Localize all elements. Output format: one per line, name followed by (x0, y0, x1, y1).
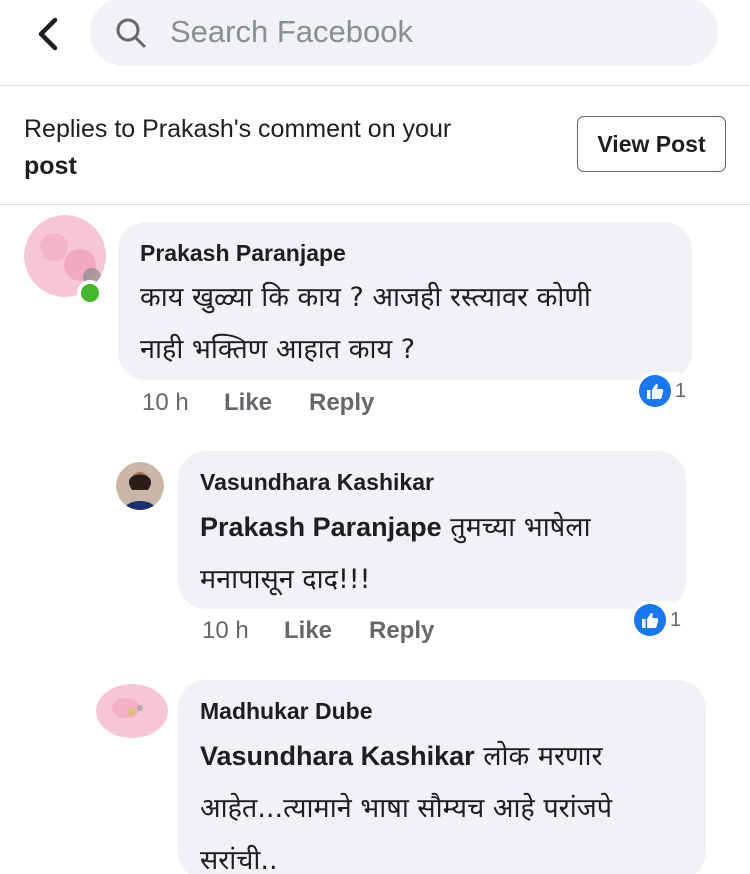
comment-bubble: Madhukar Dube Vasundhara Kashikar लोक मर… (178, 680, 706, 874)
chevron-left-icon (38, 17, 58, 51)
reaction-badge[interactable]: 1 (631, 601, 688, 639)
comment-actions: 10 h Like Reply (202, 617, 434, 645)
reaction-count: 1 (670, 608, 682, 631)
comment-timestamp: 10 h (142, 389, 189, 416)
like-reaction-icon (639, 375, 671, 407)
header-title-bold: post (24, 152, 77, 180)
comment-bubble: Vasundhara Kashikar Prakash Paranjape तु… (178, 451, 686, 609)
mention-link[interactable]: Vasundhara Kashikar (200, 741, 475, 771)
comment-text: Vasundhara Kashikar लोक मरणार आहेत...त्य… (200, 730, 684, 874)
view-post-button[interactable]: View Post (577, 116, 726, 172)
like-button[interactable]: Like (284, 617, 369, 645)
comment-text-line: काय खुळ्या कि काय ? आजही रस्त्यावर कोणी (140, 282, 591, 313)
comment-text-line: तुमच्या भाषेला (450, 512, 591, 543)
header-title: Replies to Prakash's comment on your pos… (24, 111, 544, 185)
comment-text-line: लोक मरणार (483, 741, 603, 772)
reply-button[interactable]: Reply (309, 389, 374, 417)
comment-text-line: नाही भक्तिण आहात काय ? (140, 334, 416, 365)
comment-author[interactable]: Vasundhara Kashikar (200, 467, 664, 497)
avatar[interactable] (116, 462, 164, 510)
avatar[interactable] (96, 684, 168, 738)
comment-text: Prakash Paranjape तुमच्या भाषेला मनापासू… (200, 501, 664, 606)
search-bar[interactable] (90, 0, 718, 66)
comment-bubble: Prakash Paranjape काय खुळ्या कि काय ? आज… (118, 222, 692, 380)
comment-actions: 10 h Like Reply (142, 389, 374, 417)
comment-text-line: सरांची.. (200, 845, 278, 874)
top-bar (0, 0, 750, 86)
comment-timestamp: 10 h (202, 617, 249, 644)
search-input[interactable] (170, 10, 690, 54)
replies-header: Replies to Prakash's comment on your pos… (0, 87, 750, 205)
like-button[interactable]: Like (224, 389, 309, 417)
search-icon (116, 18, 146, 48)
reaction-count: 1 (675, 379, 687, 402)
comment-text-line: मनापासून दाद!!! (200, 564, 371, 595)
online-status-dot (77, 280, 103, 306)
comment-author[interactable]: Prakash Paranjape (140, 238, 670, 268)
back-button[interactable] (28, 14, 68, 54)
comment-author[interactable]: Madhukar Dube (200, 696, 684, 726)
reaction-badge[interactable]: 1 (636, 372, 693, 410)
comment-text-line: आहेत...त्यामाने भाषा सौम्यच आहे परांजपे (200, 793, 613, 824)
reply-button[interactable]: Reply (369, 617, 434, 645)
header-title-text: Replies to Prakash's comment on your (24, 115, 452, 143)
mention-link[interactable]: Prakash Paranjape (200, 512, 442, 542)
comment-text: काय खुळ्या कि काय ? आजही रस्त्यावर कोणी … (140, 272, 670, 376)
like-reaction-icon (634, 604, 666, 636)
